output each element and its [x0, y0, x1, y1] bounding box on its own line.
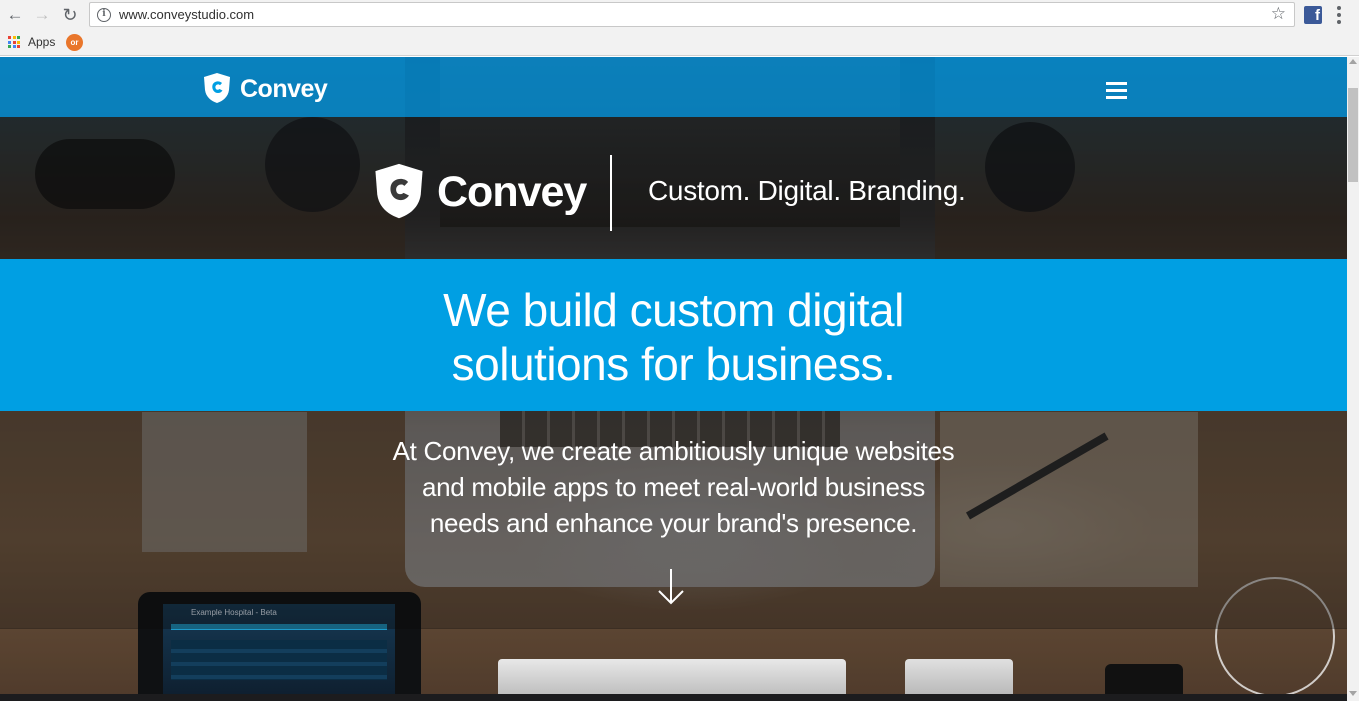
orange-favicon-icon[interactable]: or: [66, 34, 83, 51]
menu-dots-icon[interactable]: [1337, 6, 1341, 24]
hamburger-menu-icon[interactable]: [1106, 82, 1127, 99]
headline-band: We build custom digital solutions for bu…: [0, 259, 1347, 411]
hero-headline-line: solutions for business.: [451, 338, 896, 390]
scroll-thumb[interactable]: [1348, 88, 1358, 182]
bookmark-apps[interactable]: Apps: [28, 35, 55, 49]
site-logo-text: Convey: [240, 75, 328, 103]
url-text[interactable]: www.conveystudio.com: [119, 7, 254, 22]
info-icon[interactable]: i: [97, 8, 111, 22]
hero-description-line: needs and enhance your brand's presence.: [429, 508, 918, 538]
hero-description-line: and mobile apps to meet real-world busin…: [421, 472, 926, 502]
apps-grid-icon[interactable]: [8, 36, 20, 48]
site-navbar: Convey: [0, 57, 1347, 117]
browser-toolbar: ← → ↻ i www.conveystudio.com ☆ f: [0, 0, 1359, 30]
page-bottom-strip: [0, 694, 1347, 701]
facebook-icon[interactable]: f: [1304, 6, 1322, 24]
star-icon[interactable]: ☆: [1271, 4, 1286, 24]
hero-brand-name: Convey: [437, 168, 587, 216]
down-arrow-icon[interactable]: [658, 568, 684, 606]
back-arrow-icon[interactable]: ←: [5, 5, 25, 25]
shield-logo-icon: [375, 163, 423, 219]
scroll-down-arrow-icon[interactable]: [1349, 691, 1357, 696]
reload-icon[interactable]: ↻: [60, 5, 80, 25]
hero-headline-line: We build custom digital: [443, 284, 904, 336]
hero-description-line: At Convey, we create ambitiously unique …: [392, 436, 955, 466]
hero-tagline: Custom. Digital. Branding.: [648, 175, 966, 206]
hero-headline: We build custom digital solutions for bu…: [0, 283, 1347, 391]
page-scrollbar[interactable]: [1347, 57, 1359, 701]
bookmarks-bar: Apps or: [0, 30, 1359, 56]
page-viewport: Example Hospital - Beta Convey Convey Cu…: [0, 57, 1347, 701]
hero-divider: [610, 155, 612, 231]
tablet-rows: [171, 640, 387, 680]
scroll-up-arrow-icon[interactable]: [1349, 59, 1357, 64]
shield-logo-icon: [204, 73, 230, 103]
forward-arrow-icon[interactable]: →: [32, 5, 52, 25]
address-bar[interactable]: i www.conveystudio.com ☆: [89, 2, 1295, 27]
hero-description: At Convey, we create ambitiously unique …: [0, 433, 1347, 541]
